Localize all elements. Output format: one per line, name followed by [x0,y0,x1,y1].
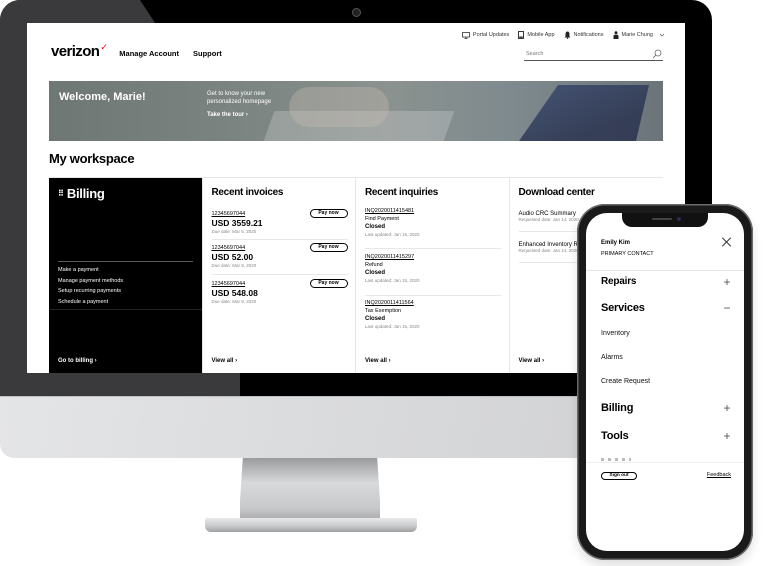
recent-inquiries-card: Recent inquiries INQ2020011415481 Find P… [356,178,510,373]
notifications-label: Notifications [573,32,604,38]
search-placeholder: Search [526,51,544,57]
inquiry-status: Closed [365,316,386,322]
inquiry-id-link[interactable]: INQ2020011411564 [365,300,501,306]
view-all-downloads-link[interactable]: View all › [519,358,545,364]
invoice-amount: USD 548.08 [211,288,258,298]
mobile-phone-frame: Emily Kim PRIMARY CONTACT Repairs + Serv… [577,204,753,560]
download-center-title: Download center [518,187,595,198]
invoice-amount: USD 52.00 [211,252,254,262]
marketing-device-mockup: Portal Updates Mobile App Notifications … [0,0,784,566]
mobile-phone-icon [518,31,525,39]
invoices-title: Recent invoices [211,187,284,198]
inquiry-status: Closed [365,224,386,230]
chevron-down-icon [659,33,665,37]
mobile-app-link[interactable]: Mobile App [518,31,555,39]
menu-item-create-request[interactable]: Create Request [601,378,732,385]
invoice-due-date: Due date: Mar 5, 2020 [211,229,257,234]
view-all-invoices-link[interactable]: View all › [212,358,238,364]
divider [58,261,193,262]
welcome-banner: Welcome, Marie! Get to know your new per… [49,81,663,141]
make-payment-link[interactable]: Make a payment [58,265,123,276]
menu-item-inventory[interactable]: Inventory [601,330,732,337]
setup-recurring-payments-link[interactable]: Setup recurring payments [58,286,123,297]
pay-now-button[interactable]: Pay now [309,279,348,288]
bell-icon [564,31,571,39]
menu-section-repairs[interactable]: Repairs + [601,276,732,288]
recent-invoices-card: Recent invoices 12345697044 USD 3559.21 … [202,178,356,373]
webcam-icon [352,8,361,17]
phone-notch [622,213,708,227]
user-name: Marie Chung [621,32,654,38]
menu-item-alarms[interactable]: Alarms [601,354,732,361]
logo-wordmark: verizon [51,43,100,60]
workspace-title: My workspace [49,151,135,166]
invoice-amount: USD 3559.21 [211,218,263,228]
take-tour-link[interactable]: Take the tour › [207,112,248,118]
menu-section-services[interactable]: Services − [601,302,732,314]
portal-updates-link[interactable]: Portal Updates [462,31,510,39]
portal-updates-label: Portal Updates [472,32,510,38]
pay-now-button[interactable]: Pay now [309,243,348,252]
banner-copy: Get to know your new personalized homepa… [207,91,272,105]
user-menu[interactable]: Marie Chung [613,31,666,39]
invoice-due-date: Due date: Mar 9, 2020 [211,299,257,304]
invoice-item: 12345697044 USD 3559.21 Due date: Mar 5,… [211,209,348,234]
billing-title: ⠿ Billing [58,186,105,201]
main-nav: verizon ✓ Manage Account Support [51,42,222,60]
nav-support[interactable]: Support [193,49,222,60]
notifications-link[interactable]: Notifications [564,31,604,39]
invoice-item: 12345697044 USD 52.00 Due date: Mar 9, 2… [211,243,348,268]
inquiry-item: INQ2020011415297 Refund Closed Last upda… [365,254,501,283]
mobile-app-label: Mobile App [527,32,555,38]
billing-card: ⠿ Billing Make a payment Manage payment … [49,178,203,373]
inquiry-status: Closed [365,270,386,276]
desktop-monitor-stand [240,458,380,520]
inquiry-updated: Last updated: Jan 15, 2020 [365,324,420,329]
collapse-minus-icon[interactable]: − [722,302,732,314]
invoice-item: 12345697044 USD 548.08 Due date: Mar 9, … [211,279,348,304]
banner-laptop-image [519,85,649,141]
feedback-link[interactable]: Feedback [707,472,731,478]
inquiry-type: Tax Exemption [365,308,402,314]
mobile-screen: Emily Kim PRIMARY CONTACT Repairs + Serv… [586,213,744,551]
inquiries-title: Recent inquiries [365,187,438,198]
monitor-icon [462,31,470,39]
nav-manage-account[interactable]: Manage Account [119,49,179,60]
utility-bar: Portal Updates Mobile App Notifications … [462,31,665,39]
inquiry-id-link[interactable]: INQ2020011415297 [365,254,501,260]
welcome-heading: Welcome, Marie! [59,91,146,103]
invoice-due-date: Due date: Mar 9, 2020 [211,263,257,268]
menu-section-tools[interactable]: Tools + [601,430,732,442]
close-icon[interactable] [722,237,732,247]
drag-handle-icon[interactable]: ⠿ [58,189,64,198]
front-camera-icon [677,217,681,221]
inquiry-updated: Last updated: Jan 15, 2020 [365,232,420,237]
search-icon[interactable] [652,49,662,59]
expand-plus-icon[interactable]: + [722,402,732,414]
expand-plus-icon[interactable]: + [722,276,732,288]
inquiry-type: Find Payment [365,216,399,222]
schedule-payment-link[interactable]: Schedule a payment [58,297,123,308]
inquiry-id-link[interactable]: INQ2020011415481 [365,208,501,214]
sign-out-button[interactable]: Sign out [601,472,637,480]
go-to-billing-link[interactable]: Go to billing › [58,358,97,364]
billing-links: Make a payment Manage payment methods Se… [58,265,123,307]
menu-section-billing[interactable]: Billing + [601,402,732,414]
inquiry-item: INQ2020011415481 Find Payment Closed Las… [365,208,501,237]
contact-role: PRIMARY CONTACT [601,251,654,257]
manage-payment-methods-link[interactable]: Manage payment methods [58,276,123,287]
contact-name: Emily Kim [601,240,631,246]
logo-check-icon: ✓ [100,42,108,52]
workspace-cards: ⠿ Billing Make a payment Manage payment … [49,177,663,373]
pay-now-button[interactable]: Pay now [309,209,348,218]
view-all-inquiries-link[interactable]: View all › [365,358,391,364]
expand-plus-icon[interactable]: + [722,430,732,442]
user-icon [613,31,618,39]
inquiry-item: INQ2020011411564 Tax Exemption Closed La… [365,300,501,329]
search-input[interactable]: Search [524,49,663,61]
inquiry-type: Refund [365,262,383,268]
verizon-logo[interactable]: verizon ✓ [51,42,108,60]
inquiry-updated: Last updated: Jan 15, 2020 [365,278,420,283]
desktop-monitor-base [205,518,417,532]
